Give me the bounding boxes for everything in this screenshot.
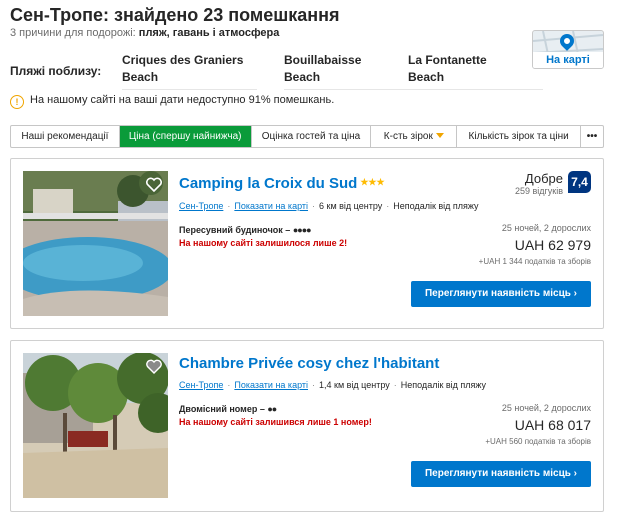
stay-details: 25 ночей, 2 дорослих (501, 223, 591, 233)
tab-star-count[interactable]: К-сть зірок (371, 126, 458, 147)
show-on-map-link[interactable]: Показати на карті (234, 201, 308, 211)
tab-label: К-сть зірок (383, 131, 433, 142)
price: UAH 68 017 (514, 417, 591, 433)
page-subtitle: 3 причини для подорожі: пляж, гавань і а… (10, 27, 279, 39)
hotel-name-link[interactable]: Camping la Croix du Sud ★★★ (179, 175, 385, 192)
city-link[interactable]: Сен-Тропе (179, 380, 223, 390)
distance-text: 1,4 км від центру (319, 380, 390, 390)
hotel-photo[interactable] (23, 171, 168, 316)
save-heart-icon[interactable] (146, 359, 162, 375)
beach-name: Bouillabaisse (284, 53, 362, 67)
room-label: Пересувний будиночок – (179, 225, 291, 235)
hotel-card: Camping la Croix du Sud ★★★ Сен-Тропе · Пок… (10, 158, 604, 329)
subtitle-prefix: 3 причини для подорожі: (10, 27, 136, 39)
distance-text: 6 км від центру (319, 201, 383, 211)
show-on-map-link[interactable]: Показати на карті (234, 380, 308, 390)
review-count[interactable]: 259 відгуків (515, 186, 563, 196)
beach-name: La Fontanette (408, 53, 487, 67)
beach-link-bouillabaisse[interactable]: Bouillabaisse Beach (284, 52, 419, 90)
nearby-beaches-label: Пляжі поблизу: (10, 64, 102, 78)
tab-stars-and-price[interactable]: Кількість зірок та ціни (457, 126, 582, 147)
availability-warning: На нашому сайті залишилося лише 2! (179, 238, 348, 248)
beach-type: Beach (122, 70, 159, 84)
hotel-photo[interactable] (23, 353, 168, 498)
beach-type: Beach (284, 70, 321, 84)
taxes-note: +UAH 560 податків та зборів (485, 437, 591, 446)
beach-name: Criques des Graniers (122, 53, 244, 67)
page-title: Сен-Тропе: знайдено 23 помешкання (10, 5, 340, 25)
hotel-location: Сен-Тропе · Показати на карті · 6 км від цен… (179, 201, 479, 211)
beach-link-criques[interactable]: Criques des Graniers Beach (122, 52, 257, 90)
subtitle-reasons: пляж, гавань і атмосфера (138, 27, 280, 39)
beach-type: Beach (408, 70, 445, 84)
see-availability-button[interactable]: Переглянути наявність місць › (411, 281, 591, 307)
beach-proximity: Неподалік від пляжу (400, 380, 487, 390)
chevron-right-icon: › (573, 468, 577, 479)
save-heart-icon[interactable] (146, 177, 162, 193)
beach-proximity: Неподалік від пляжу (393, 201, 479, 211)
star-rating-icon: ★★★ (360, 177, 385, 187)
availability-warning: На нашому сайті залишився лише 1 номер! (179, 417, 372, 427)
price: UAH 62 979 (514, 237, 591, 253)
dropdown-arrow-icon (435, 133, 444, 138)
hotel-name: Camping la Croix du Sud (179, 175, 358, 192)
notice-text: На нашому сайті на ваші дати недоступно … (30, 94, 335, 106)
tab-price-lowest-first[interactable]: Ціна (спершу найнижча) (119, 126, 252, 147)
more-options-button[interactable]: ••• (581, 126, 603, 147)
tab-guest-rating-price[interactable]: Оцінка гостей та ціна (252, 126, 372, 147)
hotel-card: Chambre Privée cosy chez l'habitant Сен-… (10, 340, 604, 512)
map-label: На карті (533, 52, 603, 68)
hotel-name-link[interactable]: Chambre Privée cosy chez l'habitant (179, 355, 439, 372)
chevron-right-icon: › (573, 288, 577, 299)
tab-our-recommendations[interactable]: Наші рекомендації (11, 126, 120, 147)
sort-bar: Наші рекомендації Ціна (спершу найнижча)… (10, 125, 604, 148)
taxes-note: +UAH 1 344 податків та зборів (478, 257, 591, 266)
stay-details: 25 ночей, 2 дорослих (501, 403, 591, 413)
info-icon: ! (10, 95, 24, 109)
review-word: Добре (524, 171, 563, 186)
room-type: Пересувний будиночок – ●●●● (179, 225, 312, 235)
occupancy-icon: ●●●● (292, 225, 312, 235)
room-type: Двомісний номер – ●● (179, 404, 277, 414)
room-label: Двомісний номер – (179, 404, 265, 414)
beach-link-fontanette[interactable]: La Fontanette Beach (408, 52, 543, 90)
see-availability-button[interactable]: Переглянути наявність місць › (411, 461, 591, 487)
hotel-location: Сен-Тропе · Показати на карті · 1,4 км від ц… (179, 380, 487, 390)
city-link[interactable]: Сен-Тропе (179, 201, 223, 211)
button-label: Переглянути наявність місць (424, 468, 571, 479)
occupancy-icon: ●● (267, 404, 277, 414)
button-label: Переглянути наявність місць (424, 288, 571, 299)
review-score-badge[interactable]: 7,4 (568, 171, 591, 193)
availability-notice: ! На нашому сайті на ваші дати недоступно… (10, 94, 334, 109)
